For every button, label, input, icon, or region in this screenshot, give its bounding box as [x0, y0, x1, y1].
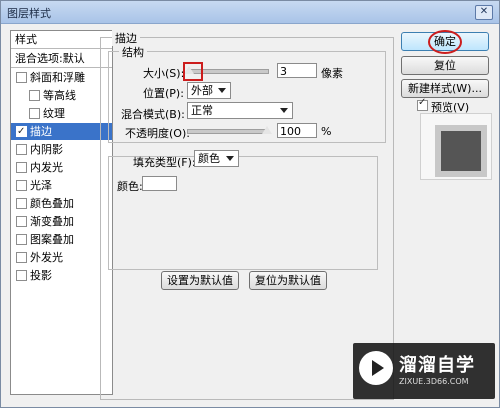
- divider: [11, 67, 112, 68]
- style-item-bevel-emboss[interactable]: 斜面和浮雕: [11, 69, 112, 86]
- style-item-label: 图案叠加: [30, 233, 74, 246]
- style-item-label: 投影: [30, 269, 52, 282]
- style-checkbox[interactable]: [16, 162, 27, 173]
- opacity-slider[interactable]: [187, 129, 269, 134]
- make-default-button[interactable]: 设置为默认值: [161, 271, 239, 290]
- position-value: 外部: [191, 84, 213, 97]
- style-checkbox[interactable]: [29, 108, 40, 119]
- style-checkbox[interactable]: [16, 144, 27, 155]
- opacity-label: 不透明度(O):: [125, 127, 190, 140]
- structure-title: 结构: [119, 44, 147, 60]
- layer-style-dialog: 图层样式 ✕ 样式 混合选项:默认 斜面和浮雕等高线纹理描边内阴影内发光光泽颜色…: [0, 0, 500, 408]
- style-checkbox[interactable]: [16, 123, 27, 140]
- reset-to-default-button[interactable]: 复位为默认值: [249, 271, 327, 290]
- play-logo-icon: [359, 351, 393, 385]
- style-preview-thumbnail: [435, 125, 487, 177]
- reset-button[interactable]: 复位: [401, 56, 489, 75]
- size-label: 大小(S):: [143, 67, 185, 80]
- style-item-label: 光泽: [30, 179, 52, 192]
- title-bar: 图层样式 ✕: [1, 1, 499, 24]
- style-item-label: 渐变叠加: [30, 215, 74, 228]
- blend-mode-value: 正常: [191, 104, 213, 117]
- watermark: 溜溜自学 ZIXUE.3D66.COM: [353, 343, 495, 399]
- new-style-button[interactable]: 新建样式(W)...: [401, 79, 489, 98]
- fill-type-group: [108, 156, 378, 270]
- style-item-label: 等高线: [43, 89, 76, 102]
- size-thumb-highlight: [183, 62, 203, 81]
- style-item-stroke[interactable]: 描边: [11, 123, 112, 140]
- position-select[interactable]: 外部: [187, 82, 231, 99]
- watermark-brand: 溜溜自学: [399, 355, 475, 376]
- style-item-satin[interactable]: 光泽: [11, 177, 112, 194]
- style-item-label: 描边: [30, 125, 52, 138]
- color-label: 颜色:: [117, 180, 143, 193]
- style-item-outer-glow[interactable]: 外发光: [11, 249, 112, 266]
- style-checkbox[interactable]: [16, 216, 27, 227]
- style-checkbox[interactable]: [29, 90, 40, 101]
- style-item-gradient-overlay[interactable]: 渐变叠加: [11, 213, 112, 230]
- style-item-label: 颜色叠加: [30, 197, 74, 210]
- size-unit: 像素: [321, 67, 343, 80]
- fill-type-label: 填充类型(F):: [133, 156, 196, 169]
- chevron-down-icon: [226, 156, 234, 161]
- size-input[interactable]: 3: [277, 63, 317, 78]
- blend-mode-select[interactable]: 正常: [187, 102, 293, 119]
- style-item-label: 内发光: [30, 161, 63, 174]
- position-label: 位置(P):: [143, 87, 184, 100]
- fill-type-select[interactable]: 颜色: [194, 150, 239, 167]
- style-checkbox[interactable]: [16, 180, 27, 191]
- close-icon[interactable]: ✕: [475, 5, 493, 20]
- opacity-slider-thumb[interactable]: [262, 126, 272, 134]
- ok-button-highlight: [428, 30, 462, 54]
- color-swatch[interactable]: [142, 176, 177, 191]
- style-item-color-overlay[interactable]: 颜色叠加: [11, 195, 112, 212]
- watermark-url: ZIXUE.3D66.COM: [399, 377, 469, 386]
- styles-list: 样式 混合选项:默认 斜面和浮雕等高线纹理描边内阴影内发光光泽颜色叠加渐变叠加图…: [10, 30, 113, 395]
- style-checkbox[interactable]: [16, 72, 27, 83]
- window-title: 图层样式: [7, 7, 51, 20]
- style-item-drop-shadow[interactable]: 投影: [11, 267, 112, 284]
- fill-type-value: 颜色: [198, 152, 220, 165]
- style-item-label: 纹理: [43, 107, 65, 120]
- style-item-pattern-overlay[interactable]: 图案叠加: [11, 231, 112, 248]
- style-item-inner-glow[interactable]: 内发光: [11, 159, 112, 176]
- chevron-down-icon: [218, 88, 226, 93]
- style-item-inner-shadow[interactable]: 内阴影: [11, 141, 112, 158]
- divider: [11, 48, 112, 49]
- preview-checkbox[interactable]: [417, 97, 428, 111]
- style-checkbox[interactable]: [16, 198, 27, 209]
- chevron-down-icon: [280, 108, 288, 113]
- style-item-label: 斜面和浮雕: [30, 71, 85, 84]
- style-item-label: 外发光: [30, 251, 63, 264]
- style-item-label: 内阴影: [30, 143, 63, 156]
- style-item-contour[interactable]: 等高线: [11, 87, 112, 104]
- opacity-unit: %: [321, 125, 332, 138]
- opacity-input[interactable]: 100: [277, 123, 317, 138]
- style-checkbox[interactable]: [16, 252, 27, 263]
- blend-mode-label: 混合模式(B):: [121, 108, 185, 121]
- style-checkbox[interactable]: [16, 234, 27, 245]
- style-item-texture[interactable]: 纹理: [11, 105, 112, 122]
- style-checkbox[interactable]: [16, 270, 27, 281]
